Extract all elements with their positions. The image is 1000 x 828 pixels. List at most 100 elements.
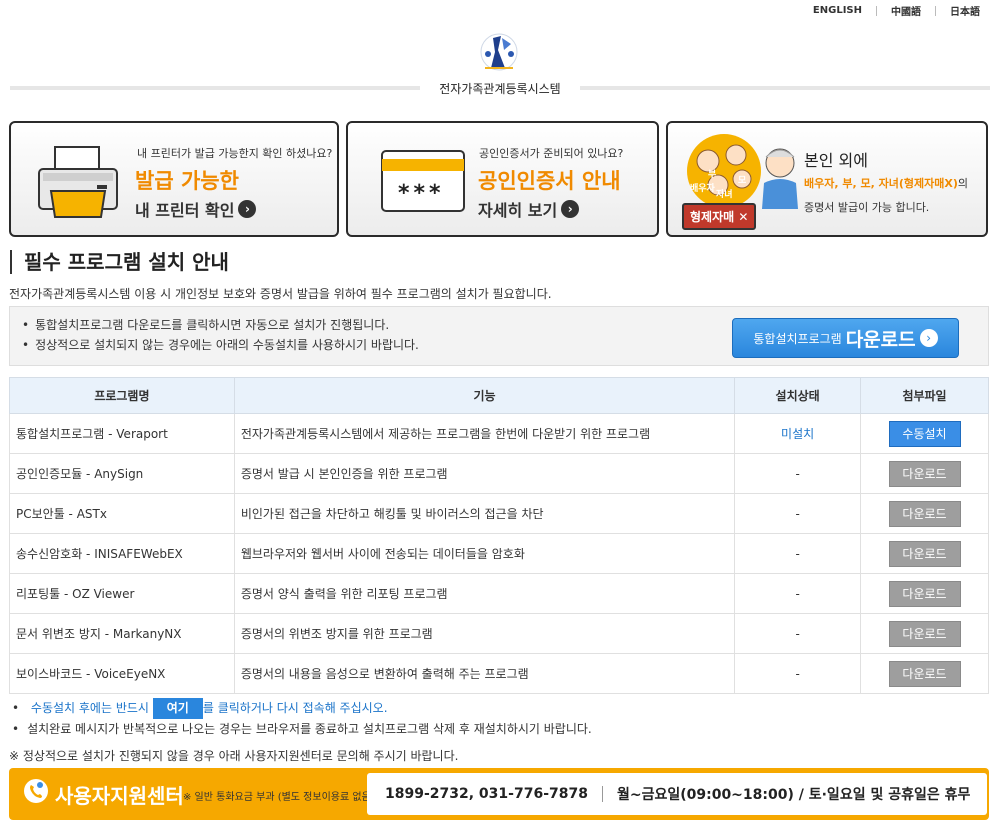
note-reconnect-pre: 수동설치 후에는 반드시 xyxy=(30,701,149,715)
download-button-sub: 통합설치프로그램 xyxy=(753,331,842,346)
install-status: - xyxy=(734,613,862,654)
label-mother: 모 xyxy=(738,176,747,186)
program-name: 통합설치프로그램 - Veraport xyxy=(9,413,235,454)
certificate-detail-link[interactable]: 자세히 보기 › xyxy=(478,197,580,221)
attachment-cell: 다운로드 xyxy=(860,613,989,654)
support-hours: 월~금요일(09:00~18:00) / 토·일요일 및 공휴일은 휴무 xyxy=(616,787,971,803)
program-function: 증명서 양식 출력을 위한 리포팅 프로그램 xyxy=(233,573,736,614)
language-bar: ENGLISH 中國語 日本語 xyxy=(813,3,980,18)
download-button[interactable]: 다운로드 xyxy=(888,580,961,607)
support-center-name: 사용자지원센터 xyxy=(55,784,184,808)
lang-japanese-link[interactable]: 日本語 xyxy=(950,3,980,18)
printer-link-label: 내 프린터 확인 xyxy=(135,201,235,220)
program-name: 문서 위변조 방지 - MarkanyNX xyxy=(9,613,235,654)
site-title: 전자가족관계등록시스템 xyxy=(420,78,580,99)
label-child: 자녀 xyxy=(716,190,733,200)
chevron-right-icon: › xyxy=(238,200,257,218)
lang-chinese-link[interactable]: 中國語 xyxy=(891,3,921,18)
program-function: 증명서 발급 시 본인인증을 위한 프로그램 xyxy=(233,453,736,494)
table-row: 문서 위변조 방지 - MarkanyNX 증명서의 위변조 방지를 위한 프로… xyxy=(9,613,989,654)
download-button[interactable]: 다운로드 xyxy=(888,500,961,527)
chevron-right-icon: › xyxy=(919,329,938,347)
certificate-info-banner[interactable]: *** 공인인증서가 준비되어 있나요? 공인인증서 안내 자세히 보기 › xyxy=(346,121,659,237)
program-function: 비인가된 접근을 차단하고 해킹툴 및 바이러스의 접근을 차단 xyxy=(233,493,736,534)
attachment-cell: 다운로드 xyxy=(860,493,989,534)
table-row: 통합설치프로그램 - Veraport 전자가족관계등록시스템에서 제공하는 프… xyxy=(9,413,989,454)
info-line: 정상적으로 설치되지 않는 경우에는 아래의 수동설치를 사용하시기 바랍니다. xyxy=(22,335,419,355)
table-row: 리포팅툴 - OZ Viewer 증명서 양식 출력을 위한 리포팅 프로그램 … xyxy=(9,573,989,614)
install-status: - xyxy=(734,573,862,614)
install-status: - xyxy=(734,453,862,494)
install-status: - xyxy=(734,653,862,694)
printer-check-link[interactable]: 내 프린터 확인 › xyxy=(135,197,257,221)
attachment-cell: 다운로드 xyxy=(860,653,989,694)
support-phone-numbers: 1899-2732, 031-776-7878 xyxy=(385,786,588,802)
printer-check-banner[interactable]: 내 프린터가 발급 가능한지 확인 하셨나요? 발급 가능한 내 프린터 확인 … xyxy=(9,121,339,237)
program-name: PC보안툴 - ASTx xyxy=(9,493,235,534)
attachment-cell: 수동설치 xyxy=(860,413,989,454)
download-button[interactable]: 다운로드 xyxy=(888,540,961,567)
table-row: 공인인증모듈 - AnySign 증명서 발급 시 본인인증을 위한 프로그램 … xyxy=(9,453,989,494)
table-row: 송수신암호화 - INISAFEWebEX 웹브라우저와 웹서버 사이에 전송되… xyxy=(9,533,989,574)
note-reconnect-post: 를 클릭하거나 다시 접속해 주십시오. xyxy=(202,701,388,715)
install-info-list: 통합설치프로그램 다운로드를 클릭하시면 자동으로 설치가 진행됩니다. 정상적… xyxy=(22,315,419,355)
table-row: 보이스바코드 - VoiceEyeNX 증명서의 내용을 음성으로 변환하여 출… xyxy=(9,653,989,694)
banner-relations: 배우자, 부, 모, 자녀(형제자매X)의 xyxy=(804,175,968,191)
support-contact-box: 1899-2732, 031-776-7878 월~금요일(09:00~18:0… xyxy=(367,773,987,815)
family-issue-banner[interactable]: 부 모 배우자 자녀 형제자매 ✕ 본인 외에 배우자, 부, 모, 자녀(형제… xyxy=(666,121,988,237)
install-notes: 수동설치 후에는 반드시 여기를 클릭하거나 다시 접속해 주십시오. 설치완료… xyxy=(12,698,592,740)
card-stars: *** xyxy=(398,181,445,206)
banner-row: 내 프린터가 발급 가능한지 확인 하셨나요? 발급 가능한 내 프린터 확인 … xyxy=(9,121,989,239)
certificate-headline: 공인인증서 안내 xyxy=(478,169,621,193)
download-button-main: 다운로드 xyxy=(845,328,916,351)
phone-icon xyxy=(24,779,48,803)
grandfather-illustration xyxy=(762,148,798,209)
program-table: 프로그램명 기능 설치상태 첨부파일 통합설치프로그램 - Veraport 전… xyxy=(9,377,989,694)
lang-english-link[interactable]: ENGLISH xyxy=(813,5,862,16)
program-function: 웹브라우저와 웹서버 사이에 전송되는 데이터들을 암호화 xyxy=(233,533,736,574)
note-reconnect: 수동설치 후에는 반드시 여기를 클릭하거나 다시 접속해 주십시오. xyxy=(12,698,592,719)
program-function: 전자가족관계등록시스템에서 제공하는 프로그램을 한번에 다운받기 위한 프로그… xyxy=(233,413,736,454)
column-header: 기능 xyxy=(233,377,736,414)
download-button[interactable]: 다운로드 xyxy=(888,460,961,487)
attachment-cell: 다운로드 xyxy=(860,573,989,614)
note-reinstall: 설치완료 메시지가 반복적으로 나오는 경우는 브라우저를 종료하고 설치프로그… xyxy=(12,719,592,740)
install-status-link[interactable]: 미설치 xyxy=(781,427,814,441)
page-title: 필수 프로그램 설치 안내 xyxy=(10,250,229,274)
relations-highlight: 배우자, 부, 모, 자녀(형제자매X) xyxy=(804,177,958,190)
label-father: 부 xyxy=(708,170,717,180)
relations-suffix: 의 xyxy=(957,177,969,190)
download-button[interactable]: 다운로드 xyxy=(888,620,961,647)
sibling-excluded-badge: 형제자매 ✕ xyxy=(682,203,757,230)
chevron-right-icon: › xyxy=(561,200,580,218)
column-header: 설치상태 xyxy=(734,377,862,414)
program-function: 증명서의 내용을 음성으로 변환하여 출력해 주는 프로그램 xyxy=(233,653,736,694)
printer-question: 내 프린터가 발급 가능한지 확인 하셨나요? xyxy=(137,147,333,160)
banner-title: 본인 외에 xyxy=(804,151,868,170)
here-link[interactable]: 여기 xyxy=(152,698,203,719)
download-button[interactable]: 다운로드 xyxy=(888,660,961,687)
manual-install-button[interactable]: 수동설치 xyxy=(888,420,961,447)
install-info-box: 통합설치프로그램 다운로드를 클릭하시면 자동으로 설치가 진행됩니다. 정상적… xyxy=(9,306,989,366)
banner-desc: 증명서 발급이 가능 합니다. xyxy=(804,201,930,214)
certificate-link-label: 자세히 보기 xyxy=(478,201,558,220)
program-name: 리포팅툴 - OZ Viewer xyxy=(9,573,235,614)
attachment-cell: 다운로드 xyxy=(860,453,989,494)
support-warning: ※ 정상적으로 설치가 진행되지 않을 경우 아래 사용자지원센터로 문의해 주… xyxy=(9,749,459,763)
section-description: 전자가족관계등록시스템 이용 시 개인정보 보호와 증명서 발급을 위하여 필수… xyxy=(9,287,552,301)
install-status: 미설치 xyxy=(734,413,862,454)
table-row: PC보안툴 - ASTx 비인가된 접근을 차단하고 해킹툴 및 바이러스의 접… xyxy=(9,493,989,534)
install-status: - xyxy=(734,493,862,534)
court-logo[interactable] xyxy=(471,28,527,78)
divider xyxy=(935,5,936,16)
certificate-question: 공인인증서가 준비되어 있나요? xyxy=(479,147,624,160)
table-header-row: 프로그램명 기능 설치상태 첨부파일 xyxy=(9,377,989,414)
attachment-cell: 다운로드 xyxy=(860,533,989,574)
support-center-bar: 사용자지원센터 ※ 일반 통화요금 부과 (별도 정보이용료 없음) 1899-… xyxy=(9,768,989,820)
column-header: 첨부파일 xyxy=(860,377,989,414)
support-fee-note: ※ 일반 통화요금 부과 (별도 정보이용료 없음) xyxy=(183,792,375,803)
integrated-download-button[interactable]: 통합설치프로그램 다운로드 › xyxy=(732,318,959,358)
column-header: 프로그램명 xyxy=(9,377,235,414)
info-line: 통합설치프로그램 다운로드를 클릭하시면 자동으로 설치가 진행됩니다. xyxy=(22,315,419,335)
program-name: 보이스바코드 - VoiceEyeNX xyxy=(9,653,235,694)
